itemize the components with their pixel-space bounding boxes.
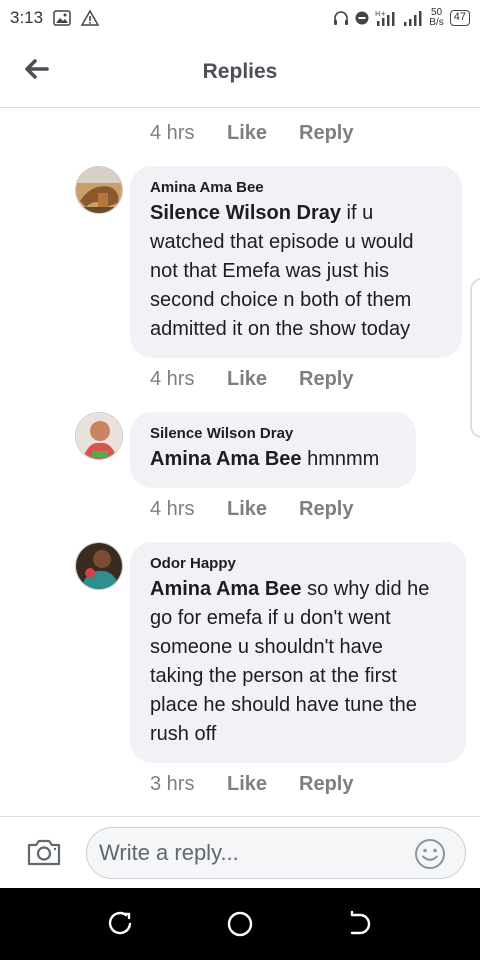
system-nav-bar [0,888,480,960]
comment-text-line: someone u shouldn't have [150,636,383,658]
avatar[interactable] [75,542,123,590]
like-button[interactable]: Like [227,368,299,391]
header: Replies [0,36,480,108]
comment-bubble: Silence Wilson Dray Amina Ama Bee hmnmm [130,412,416,488]
svg-text:H+: H+ [375,10,386,18]
reply-input[interactable] [86,827,466,879]
reply-button[interactable]: Reply [299,498,353,521]
home-button[interactable] [226,910,254,938]
status-bar: 3:13 H+ 50 B/s 47 [0,0,480,36]
comment-text-line: so why did he [301,578,430,600]
smiley-icon [414,839,446,874]
reply-button[interactable]: Reply [299,368,353,391]
emoji-button[interactable] [414,838,446,870]
comment-text-line: watched that episode u would [150,231,414,253]
headphones-icon [333,10,349,26]
mention-link[interactable]: Silence Wilson Dray [150,202,341,224]
page-title: Replies [202,60,278,83]
like-button[interactable]: Like [227,122,299,145]
mention-link[interactable]: Amina Ama Bee [150,578,302,600]
comment-actions: 4 hrs Like Reply [150,498,353,521]
camera-icon [26,839,62,871]
network-speed: 50 B/s [429,8,443,28]
mention-link[interactable]: Amina Ama Bee [150,448,302,470]
avatar[interactable] [75,412,123,460]
comment-text-line: place he should have tune the [150,694,417,716]
comment-time: 4 hrs [150,368,195,390]
reply-button[interactable]: Reply [299,773,353,796]
comment-text-line: if u [341,202,374,224]
warning-icon [81,10,100,26]
comment-actions: 4 hrs Like Reply [150,122,353,145]
back-nav-button[interactable] [346,910,374,938]
minus-circle-icon [355,11,369,25]
replies-feed[interactable]: 4 hrs Like Reply Amina Ama Bee Silence W… [0,108,480,816]
comment-actions: 3 hrs Like Reply [150,773,353,796]
status-time: 3:13 [10,8,44,27]
comment-text-line: admitted it on the show today [150,318,411,340]
reply-button[interactable]: Reply [299,122,353,145]
comment-actions: 4 hrs Like Reply [150,368,353,391]
reply-composer [0,816,480,888]
signal-icon-2 [403,9,423,27]
comment-bubble: Odor Happy Amina Ama Bee so why did he go… [130,542,466,763]
home-icon [226,911,254,942]
comment-author[interactable]: Silence Wilson Dray [150,425,396,442]
comment-text: Amina Ama Bee hmnmm [150,445,396,474]
comment-text-line: not that Emefa was just his [150,260,390,282]
back-icon [346,910,374,942]
avatar[interactable] [75,166,123,214]
battery-indicator: 47 [449,10,470,26]
scroll-edge-indicator [470,278,480,438]
comment-author[interactable]: Odor Happy [150,555,446,572]
network-speed-unit: B/s [429,17,444,28]
camera-button[interactable] [26,837,64,869]
comment-text: Silence Wilson Dray if u watched that epi… [150,199,442,344]
comment-text-line: hmnmm [301,448,380,470]
image-icon [53,10,71,26]
like-button[interactable]: Like [227,773,299,796]
comment-text-line: go for emefa if u don't went [150,607,391,629]
comment-bubble: Amina Ama Bee Silence Wilson Dray if u wa… [130,166,462,358]
like-button[interactable]: Like [227,498,299,521]
comment-author[interactable]: Amina Ama Bee [150,179,442,196]
comment-text-line: taking the person at the first [150,665,397,687]
comment-time: 4 hrs [150,122,195,144]
comment-text-line: rush off [150,723,217,745]
comment-text: Amina Ama Bee so why did he go for emefa … [150,575,446,749]
recent-apps-button[interactable] [106,910,134,938]
comment-time: 3 hrs [150,773,195,795]
comment-text-line: second choice n both of them [150,289,412,311]
signal-icon: H+ [375,9,397,27]
recent-apps-icon [106,911,134,942]
comment-time: 4 hrs [150,498,195,520]
